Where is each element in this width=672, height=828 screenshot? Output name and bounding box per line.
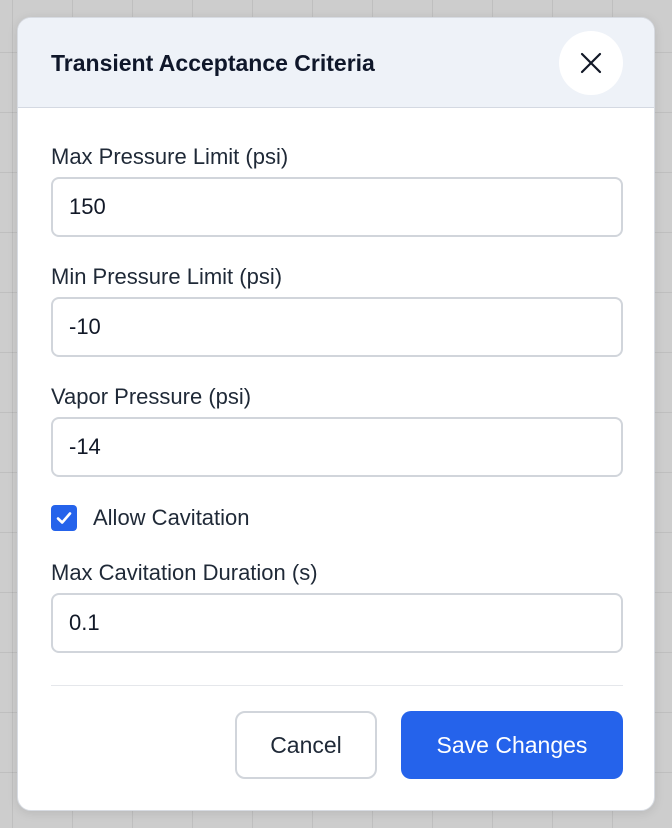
footer-divider xyxy=(51,685,623,686)
allow-cavitation-label: Allow Cavitation xyxy=(93,505,250,530)
allow-cavitation-checkbox[interactable] xyxy=(51,505,77,531)
allow-cavitation-row[interactable]: Allow Cavitation xyxy=(51,503,250,533)
vapor-pressure-input[interactable] xyxy=(51,417,623,477)
checkmark-icon xyxy=(56,512,72,524)
max-cavitation-duration-input[interactable] xyxy=(51,593,623,653)
min-pressure-input[interactable] xyxy=(51,297,623,357)
cancel-button[interactable]: Cancel xyxy=(235,711,377,779)
max-pressure-input[interactable] xyxy=(51,177,623,237)
close-icon xyxy=(580,52,602,74)
dialog-header: Transient Acceptance Criteria xyxy=(18,18,654,108)
max-pressure-label: Max Pressure Limit (psi) xyxy=(51,144,289,169)
vapor-pressure-label: Vapor Pressure (psi) xyxy=(51,384,252,409)
close-button[interactable] xyxy=(559,31,623,95)
min-pressure-label: Min Pressure Limit (psi) xyxy=(51,264,283,289)
transient-criteria-dialog: Transient Acceptance Criteria Max Pressu… xyxy=(17,17,655,811)
save-changes-button[interactable]: Save Changes xyxy=(401,711,623,779)
max-cavitation-duration-label: Max Cavitation Duration (s) xyxy=(51,560,318,585)
dialog-title: Transient Acceptance Criteria xyxy=(51,50,375,76)
